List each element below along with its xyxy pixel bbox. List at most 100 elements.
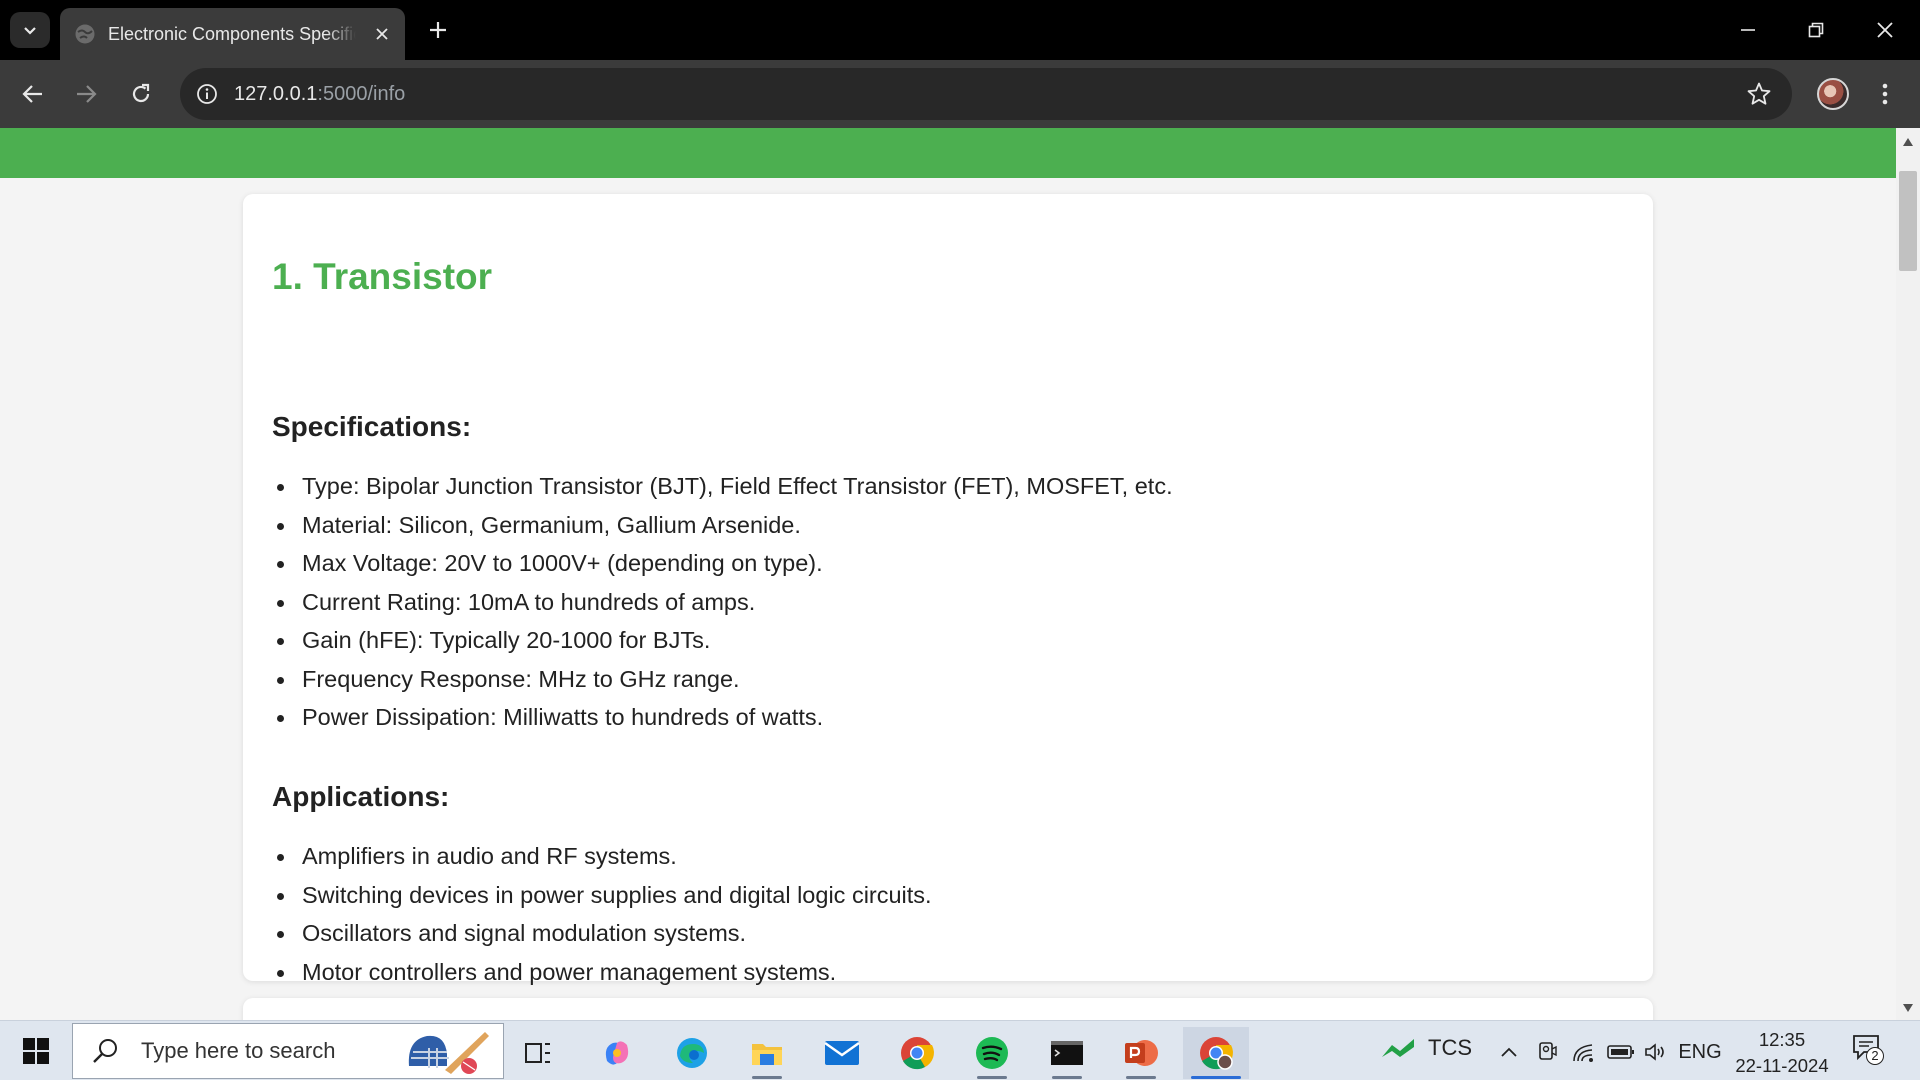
close-window-button[interactable]	[1865, 10, 1905, 50]
copilot-app[interactable]	[584, 1027, 650, 1079]
clock-date: 22-11-2024	[1735, 1055, 1829, 1076]
arrow-right-icon	[77, 85, 97, 103]
chrome-app[interactable]	[884, 1027, 950, 1079]
search-icon	[93, 1039, 117, 1063]
next-component-card	[243, 998, 1653, 1020]
chevron-down-icon	[24, 27, 36, 35]
tab-title: Electronic Components Specifications	[108, 23, 356, 44]
scrollbar-thumb[interactable]	[1899, 171, 1917, 271]
camera-tray-icon[interactable]	[1534, 1037, 1560, 1067]
windows-taskbar: Type here to search TCS ENG 12:35 22-11-…	[0, 1020, 1920, 1080]
terminal-app[interactable]	[1034, 1027, 1100, 1079]
close-icon	[376, 28, 388, 40]
applications-heading: Applications:	[272, 781, 450, 812]
wifi-icon	[1573, 1044, 1593, 1062]
url-path: :5000/info	[317, 82, 406, 105]
address-bar[interactable]: 127.0.0.1:5000/info	[180, 68, 1792, 120]
browser-toolbar: 127.0.0.1:5000/info	[0, 60, 1920, 128]
reload-button[interactable]	[121, 74, 161, 114]
new-tab-button[interactable]	[424, 16, 452, 44]
scroll-up-button[interactable]	[1896, 132, 1920, 152]
minimize-button[interactable]	[1728, 10, 1768, 50]
more-vertical-icon	[1882, 83, 1888, 105]
battery-tray-icon[interactable]	[1606, 1037, 1636, 1067]
list-item: Amplifiers in audio and RF systems.	[277, 837, 932, 876]
specifications-list: Type: Bipolar Junction Transistor (BJT),…	[277, 467, 1173, 737]
arrow-left-icon	[22, 85, 42, 103]
active-tab[interactable]: Electronic Components Specifications	[60, 8, 405, 60]
tab-close-button[interactable]	[371, 23, 393, 45]
chrome-profile-app[interactable]	[1183, 1027, 1249, 1079]
file-explorer-app[interactable]	[734, 1027, 800, 1079]
mail-icon	[824, 1041, 860, 1065]
task-view-button[interactable]	[505, 1027, 571, 1079]
list-item: Switching devices in power supplies and …	[277, 876, 932, 915]
list-item: Type: Bipolar Junction Transistor (BJT),…	[277, 467, 1173, 506]
battery-icon	[1607, 1045, 1634, 1059]
folder-icon	[752, 1044, 782, 1065]
tray-overflow-button[interactable]	[1496, 1037, 1522, 1067]
triangle-down-icon	[1903, 1004, 1913, 1012]
spotify-app[interactable]	[959, 1027, 1025, 1079]
list-item: Current Rating: 10mA to hundreds of amps…	[277, 583, 1173, 622]
chrome-icon	[1200, 1037, 1233, 1070]
url-host: 127.0.0.1	[234, 82, 318, 105]
stock-widget[interactable]: TCS	[1380, 1035, 1472, 1061]
chevron-up-icon	[1501, 1047, 1517, 1057]
terminal-icon	[1051, 1041, 1083, 1065]
mail-app[interactable]	[809, 1027, 875, 1079]
spotify-icon	[976, 1037, 1008, 1069]
scroll-down-button[interactable]	[1896, 998, 1920, 1018]
list-item: Motor controllers and power management s…	[277, 953, 932, 992]
volume-tray-icon[interactable]	[1642, 1037, 1670, 1067]
chrome-icon	[901, 1037, 934, 1070]
site-info-icon[interactable]	[194, 81, 220, 107]
component-card: 1. Transistor Specifications: Type: Bipo…	[243, 194, 1653, 985]
page-scrollbar[interactable]	[1896, 128, 1920, 1020]
url-text[interactable]: 127.0.0.1:5000/info	[234, 83, 405, 106]
active-indicator	[1191, 1076, 1241, 1079]
language-indicator[interactable]: ENG	[1678, 1037, 1721, 1067]
browser-tab-strip: Electronic Components Specifications	[0, 0, 1920, 60]
running-indicator	[752, 1076, 782, 1079]
powerpoint-icon	[1125, 1040, 1158, 1066]
forward-button[interactable]	[66, 74, 106, 114]
copilot-icon	[605, 1041, 629, 1065]
specifications-heading: Specifications:	[272, 411, 472, 442]
list-item: Material: Silicon, Germanium, Gallium Ar…	[277, 506, 1173, 545]
start-button[interactable]	[14, 1033, 58, 1069]
stock-trend-icon	[1382, 1039, 1414, 1057]
minimize-icon	[1741, 29, 1755, 31]
reload-icon	[132, 83, 150, 103]
list-item: Gain (hFE): Typically 20-1000 for BJTs.	[277, 621, 1173, 660]
cricket-helmet-bat-icon	[408, 1032, 489, 1074]
list-item: Frequency Response: MHz to GHz range.	[277, 660, 1173, 699]
triangle-up-icon	[1903, 138, 1913, 146]
back-button[interactable]	[13, 74, 53, 114]
page-viewport: 1. Transistor Specifications: Type: Bipo…	[0, 128, 1896, 1020]
edge-app[interactable]	[659, 1027, 725, 1079]
list-item: Max Voltage: 20V to 1000V+ (depending on…	[277, 544, 1173, 583]
notification-count: 2	[1866, 1047, 1884, 1065]
task-view-icon	[525, 1043, 550, 1063]
browser-menu-button[interactable]	[1870, 74, 1900, 114]
wifi-tray-icon[interactable]	[1570, 1037, 1598, 1067]
clock-time: 12:35	[1758, 1029, 1806, 1050]
list-item: Power Dissipation: Milliwatts to hundred…	[277, 698, 1173, 737]
component-title: 1. Transistor	[272, 256, 493, 297]
camera-icon	[1539, 1042, 1557, 1060]
stock-ticker: TCS	[1428, 1035, 1472, 1060]
taskbar-search-box[interactable]: Type here to search	[72, 1023, 504, 1079]
applications-list: Amplifiers in audio and RF systems. Swit…	[277, 837, 932, 992]
restore-button[interactable]	[1796, 10, 1836, 50]
bookmark-star-icon[interactable]	[1746, 81, 1772, 107]
running-indicator	[1052, 1076, 1082, 1079]
profile-avatar[interactable]	[1817, 78, 1849, 110]
tab-search-button[interactable]	[10, 12, 50, 48]
page-header-bar	[0, 128, 1896, 178]
restore-icon	[1808, 22, 1824, 38]
clock[interactable]: 12:35 22-11-2024	[1730, 1027, 1834, 1079]
notification-center-button[interactable]: 2	[1852, 1033, 1886, 1069]
close-icon	[1877, 22, 1893, 38]
powerpoint-app[interactable]	[1108, 1027, 1174, 1079]
